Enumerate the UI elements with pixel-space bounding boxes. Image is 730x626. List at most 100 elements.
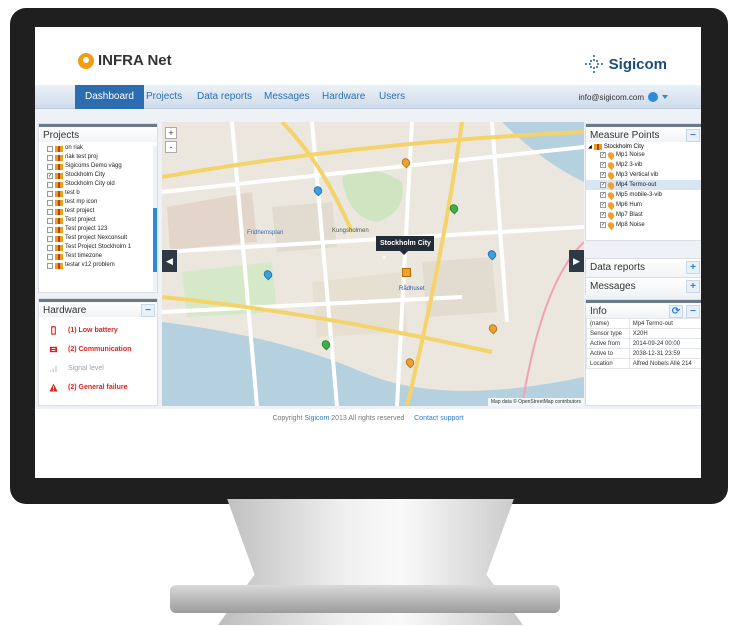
project-label: Stockholm City old (65, 181, 115, 187)
project-label: Stockholm City (65, 172, 106, 178)
tab-hardware[interactable]: Hardware (312, 85, 375, 109)
contact-support-link[interactable]: Contact support (414, 415, 463, 422)
footer-company-link[interactable]: Sigicom (304, 415, 329, 422)
app-screen: INFRA Net Sigicom Dashboard Projects Dat… (35, 27, 701, 478)
expand-data-reports-button[interactable]: + (686, 261, 700, 274)
data-reports-panel: Data reports + (585, 258, 701, 277)
project-item[interactable]: on riak (47, 144, 157, 153)
mp-checkbox[interactable]: ✓ (600, 152, 606, 158)
footer: Copyright Sigicom 2013 All rights reserv… (35, 415, 701, 422)
tab-dashboard[interactable]: Dashboard (75, 85, 144, 109)
project-label: test b (65, 190, 80, 196)
hardware-item-label: (2) General failure (68, 384, 128, 391)
project-item[interactable]: Test timezone (47, 252, 157, 261)
measure-point-item[interactable]: ✓ Mp6 Hum (586, 200, 701, 210)
info-key: Location (586, 358, 630, 369)
hardware-item-communication[interactable]: (2) Communication (39, 340, 157, 359)
mp-checkbox[interactable]: ✓ (600, 182, 606, 188)
info-value: 2038-12-31 23:59 (628, 348, 701, 359)
project-label: riak test proj (65, 154, 98, 160)
selected-marker[interactable] (402, 268, 411, 277)
measure-point-item[interactable]: ✓ Mp3 Vertical vib (586, 170, 701, 180)
project-item[interactable]: Test project 123 (47, 225, 157, 234)
expand-messages-button[interactable]: + (686, 280, 700, 293)
project-checkbox[interactable] (47, 145, 53, 152)
gear-icon[interactable] (648, 92, 658, 102)
project-item[interactable]: Stockholm City old (47, 180, 157, 189)
tab-data-reports[interactable]: Data reports (187, 85, 262, 109)
project-checkbox[interactable] (47, 154, 53, 161)
project-item[interactable]: Sigicoms Demo vägg (47, 162, 157, 171)
project-label: Test Project Stockholm 1 (65, 244, 132, 250)
folder-icon (55, 172, 63, 179)
project-item[interactable]: ✓ Stockholm City (47, 171, 157, 180)
brand-name: Sigicom (608, 55, 667, 73)
mp-checkbox[interactable]: ✓ (600, 172, 606, 178)
pin-icon (606, 150, 616, 160)
measure-points-title: Measure Points (590, 130, 660, 141)
project-checkbox[interactable] (47, 235, 53, 242)
project-item[interactable]: Test project Nexconsult (47, 234, 157, 243)
mp-label: Mp5 mobile-3-vib (616, 192, 663, 198)
measure-point-item[interactable]: ✓ Mp5 mobile-3-vib (586, 190, 701, 200)
scrollbar[interactable] (153, 146, 157, 291)
map-popup[interactable]: Stockholm City × (376, 236, 434, 262)
project-checkbox[interactable] (47, 163, 53, 170)
hardware-item-general-failure[interactable]: (2) General failure (39, 378, 157, 397)
app-logo[interactable]: INFRA Net (78, 52, 172, 69)
measure-point-item[interactable]: ✓ Mp8 Noise (586, 220, 701, 230)
collapse-right-arrow-icon[interactable]: ▶ (569, 250, 584, 272)
project-label: Test project (65, 217, 96, 223)
project-checkbox[interactable] (47, 190, 53, 197)
measure-point-item[interactable]: ✓ Mp1 Noise (586, 150, 701, 160)
user-menu[interactable]: info@sigicom.com (579, 92, 668, 102)
project-checkbox[interactable] (47, 253, 53, 260)
project-item[interactable]: test b (47, 189, 157, 198)
collapse-info-button[interactable]: − (686, 305, 700, 318)
mp-checkbox[interactable]: ✓ (600, 222, 606, 228)
tab-projects[interactable]: Projects (136, 85, 192, 109)
folder-icon (55, 217, 63, 224)
messages-panel: Messages + (585, 277, 701, 296)
hardware-item-battery[interactable]: (1) Low battery (39, 321, 157, 340)
tab-messages[interactable]: Messages (254, 85, 320, 109)
collapse-measure-points-button[interactable]: − (686, 129, 700, 142)
mp-label: Mp6 Hum (616, 202, 643, 208)
mp-checkbox[interactable]: ✓ (600, 192, 606, 198)
mp-checkbox[interactable]: ✓ (600, 202, 606, 208)
map-canvas[interactable]: Kungsholmen Rådhuset Fridhemsplan (162, 122, 584, 406)
project-item[interactable]: riak test proj (47, 153, 157, 162)
project-item[interactable]: test project (47, 207, 157, 216)
scrollbar-thumb[interactable] (153, 208, 157, 272)
chevron-down-icon[interactable] (662, 95, 668, 99)
map-label: Rådhuset (399, 285, 425, 292)
zoom-in-button[interactable]: + (165, 127, 177, 139)
project-checkbox[interactable] (47, 262, 53, 269)
mp-checkbox[interactable]: ✓ (600, 212, 606, 218)
zoom-out-button[interactable]: - (165, 141, 177, 153)
collapse-left-arrow-icon[interactable]: ◀ (162, 250, 177, 272)
measure-point-item[interactable]: ✓ Mp2 3-vib (586, 160, 701, 170)
project-checkbox[interactable] (47, 208, 53, 215)
project-item[interactable]: Test Project Stockholm 1 (47, 243, 157, 252)
project-checkbox[interactable] (47, 244, 53, 251)
project-checkbox[interactable]: ✓ (47, 172, 53, 179)
project-item[interactable]: testar v12 problem (47, 261, 157, 270)
project-item[interactable]: test mp icon (47, 198, 157, 207)
map-view[interactable]: Kungsholmen Rådhuset Fridhemsplan + - ◀ … (162, 122, 584, 406)
popup-close-button[interactable]: × (382, 255, 386, 262)
hardware-panel: Hardware − (1) Low battery (2) Communica… (38, 298, 158, 406)
measure-point-item[interactable]: ✓ Mp7 Blast (586, 210, 701, 220)
refresh-icon[interactable]: ⟳ (669, 305, 683, 318)
collapse-hardware-button[interactable]: − (141, 304, 155, 317)
measure-point-item[interactable]: ✓ Mp4 Termo-out (586, 180, 701, 190)
projects-title: Projects (39, 124, 157, 142)
project-checkbox[interactable] (47, 199, 53, 206)
tab-users[interactable]: Users (369, 85, 415, 109)
project-checkbox[interactable] (47, 181, 53, 188)
project-checkbox[interactable] (47, 226, 53, 233)
project-item[interactable]: Test project (47, 216, 157, 225)
mp-checkbox[interactable]: ✓ (600, 162, 606, 168)
project-checkbox[interactable] (47, 217, 53, 224)
hardware-item-signal[interactable]: Signal level (39, 359, 157, 378)
